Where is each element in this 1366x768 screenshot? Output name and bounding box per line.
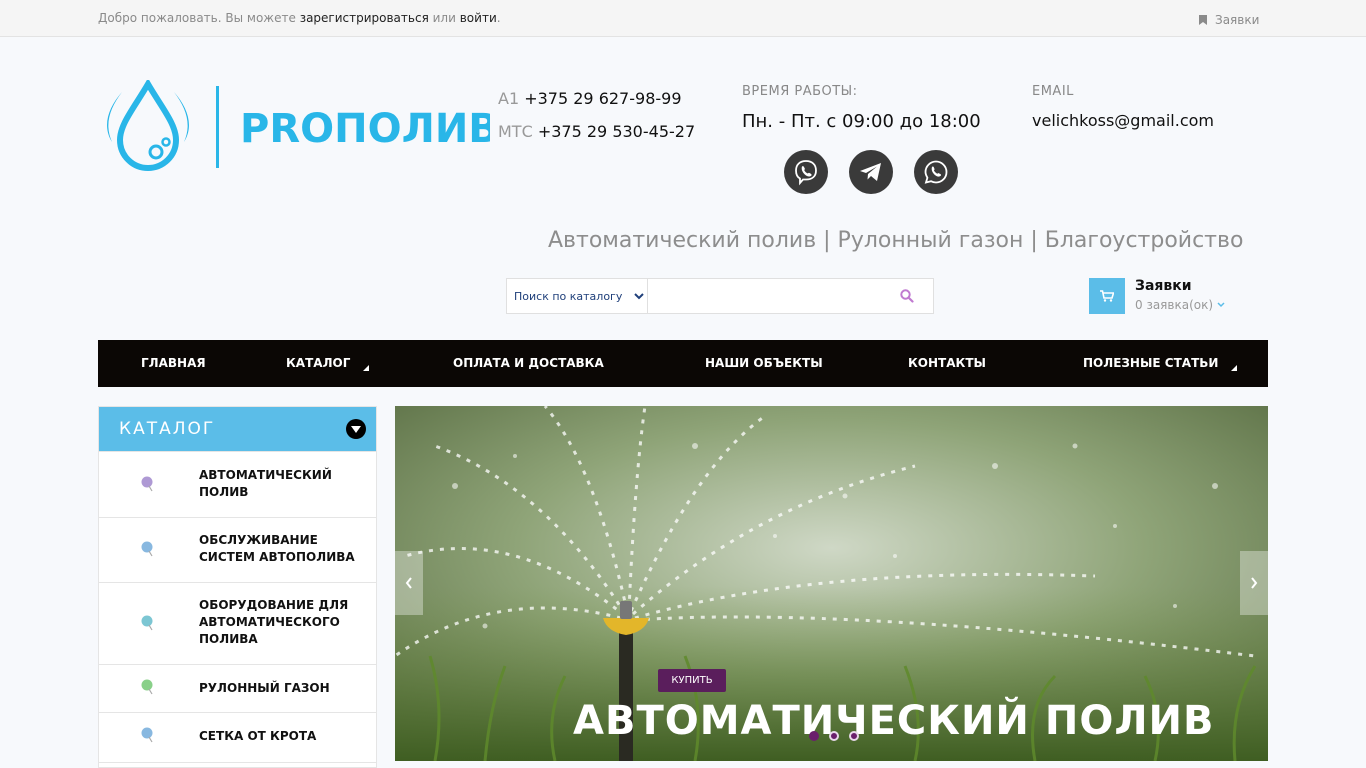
slider-dot-active[interactable] [809, 731, 819, 741]
nav-item-our-objects[interactable]: НАШИ ОБЪЕКТЫ [705, 340, 823, 387]
lollipop-icon [141, 541, 153, 557]
search-icon [900, 289, 914, 303]
phone-operator: A1 [498, 89, 520, 108]
catalog-item-equipment[interactable]: ОБОРУДОВАНИЕ ДЛЯ АВТОМАТИЧЕСКОГО ПОЛИВА [99, 582, 376, 664]
catalog-item-label: СЕТКА ОТ КРОТА [199, 729, 317, 743]
register-link[interactable]: зарегистрироваться [300, 11, 429, 25]
nav-item-home[interactable]: ГЛАВНАЯ [141, 340, 206, 387]
cart-widget[interactable]: Заявки 0 заявка(ок) [1089, 278, 1225, 314]
work-hours-label: ВРЕМЯ РАБОТЫ: [742, 84, 858, 99]
lollipop-icon [141, 615, 153, 631]
work-hours-value: Пн. - Пт. с 09:00 до 18:00 [742, 111, 981, 132]
email-label: EMAIL [1032, 84, 1074, 99]
top-bar: Добро пожаловать. Вы можете зарегистриро… [0, 0, 1366, 37]
nav-item-contacts[interactable]: КОНТАКТЫ [908, 340, 986, 387]
catalog-item-mole-net[interactable]: СЕТКА ОТ КРОТА [99, 712, 376, 762]
search-button[interactable] [881, 279, 933, 313]
slider-prev-button[interactable] [395, 551, 423, 615]
chevron-left-icon [405, 577, 412, 589]
requests-link-label: Заявки [1215, 13, 1260, 27]
nav-item-label: ГЛАВНАЯ [141, 356, 206, 370]
catalog-title: КАТАЛОГ [119, 419, 216, 439]
nav-item-label: КОНТАКТЫ [908, 356, 986, 370]
main-nav: ГЛАВНАЯ КАТАЛОГ ОПЛАТА И ДОСТАВКА НАШИ О… [98, 340, 1268, 387]
catalog-item-lawn[interactable]: РУЛОННЫЙ ГАЗОН [99, 664, 376, 712]
viber-icon [795, 160, 817, 186]
nav-item-articles[interactable]: ПОЛЕЗНЫЕ СТАТЬИ [1083, 340, 1237, 387]
lollipop-icon [141, 476, 153, 492]
hero-slider: КУПИТЬ АВТОМАТИЧЕСКИЙ ПОЛИВ [395, 406, 1268, 761]
nav-item-label: ОПЛАТА И ДОСТАВКА [453, 356, 604, 370]
buy-button[interactable]: КУПИТЬ [658, 669, 726, 692]
submenu-arrow-icon [1230, 365, 1237, 371]
nav-item-label: КАТАЛОГ [286, 356, 351, 370]
viber-button[interactable] [784, 150, 828, 194]
period-text: . [496, 11, 501, 25]
bookmark-icon [1199, 15, 1207, 25]
nav-item-payment-delivery[interactable]: ОПЛАТА И ДОСТАВКА [453, 340, 604, 387]
lollipop-icon [141, 727, 153, 743]
welcome-text: Добро пожаловать. Вы можете [98, 11, 296, 25]
cart-icon-box [1089, 278, 1125, 314]
whatsapp-button[interactable] [914, 150, 958, 194]
catalog-item-more[interactable] [99, 762, 376, 767]
phone-number: +375 29 627-98-99 [524, 89, 682, 108]
catalog-item-service[interactable]: ОБСЛУЖИВАНИЕ СИСТЕМ АВТОПОЛИВА [99, 517, 376, 582]
site-tagline: Автоматический полив | Рулонный газон | … [548, 228, 1244, 253]
nav-item-label: ПОЛЕЗНЫЕ СТАТЬИ [1083, 356, 1219, 370]
phone-a1[interactable]: A1 +375 29 627-98-99 [498, 82, 695, 115]
catalog-item-label: АВТОМАТИЧЕСКИЙ ПОЛИВ [199, 468, 332, 499]
slider-dot[interactable] [849, 731, 859, 741]
requests-link[interactable]: Заявки [1199, 13, 1259, 27]
email-address[interactable]: velichkoss@gmail.com [1032, 111, 1214, 130]
cart-icon [1100, 290, 1114, 302]
slider-dot[interactable] [829, 731, 839, 741]
site-logo[interactable]: PROПОЛИВ [100, 78, 499, 175]
login-link[interactable]: войти [460, 11, 497, 25]
phone-mts[interactable]: МТС +375 29 530-45-27 [498, 115, 695, 148]
or-text: или [432, 11, 456, 25]
telegram-button[interactable] [849, 150, 893, 194]
chevron-down-icon [1217, 302, 1225, 308]
catalog-item-auto-watering[interactable]: АВТОМАТИЧЕСКИЙ ПОЛИВ [99, 451, 376, 517]
nav-item-catalog[interactable]: КАТАЛОГ [286, 340, 369, 387]
caret-down-icon [351, 425, 361, 433]
slider-next-button[interactable] [1240, 551, 1268, 615]
search-input[interactable] [648, 279, 881, 313]
slider-dots [809, 731, 859, 741]
search-category-select[interactable]: Поиск по каталогу [507, 279, 648, 313]
logo-image: PROПОЛИВ [107, 78, 499, 172]
catalog-sidebar: КАТАЛОГ АВТОМАТИЧЕСКИЙ ПОЛИВ ОБСЛУЖИВАНИ… [98, 406, 377, 768]
logo-text: PROПОЛИВ [240, 106, 490, 152]
whatsapp-icon [924, 160, 948, 184]
lollipop-icon [141, 679, 153, 695]
phone-number: +375 29 530-45-27 [537, 122, 696, 141]
chevron-right-icon [1251, 577, 1258, 589]
slide-headline: АВТОМАТИЧЕСКИЙ ПОЛИВ [573, 698, 1215, 744]
catalog-item-label: РУЛОННЫЙ ГАЗОН [199, 681, 330, 695]
telegram-icon [860, 163, 881, 181]
cart-count: 0 заявка(ок) [1135, 298, 1214, 312]
catalog-toggle-button[interactable] [346, 419, 366, 439]
nav-item-label: НАШИ ОБЪЕКТЫ [705, 356, 823, 370]
catalog-item-label: ОБОРУДОВАНИЕ ДЛЯ АВТОМАТИЧЕСКОГО ПОЛИВА [199, 598, 349, 646]
phone-operator: МТС [498, 122, 533, 141]
messenger-links [784, 150, 958, 194]
phone-list: A1 +375 29 627-98-99 МТС +375 29 530-45-… [498, 82, 695, 148]
email-block: EMAIL velichkoss@gmail.com [1032, 84, 1214, 130]
work-hours: ВРЕМЯ РАБОТЫ: Пн. - Пт. с 09:00 до 18:00 [742, 84, 981, 132]
cart-title: Заявки [1135, 278, 1192, 294]
welcome-message: Добро пожаловать. Вы можете зарегистриро… [98, 11, 501, 25]
submenu-arrow-icon [362, 365, 369, 371]
search-bar: Поиск по каталогу [506, 278, 934, 314]
catalog-header[interactable]: КАТАЛОГ [99, 407, 376, 451]
catalog-item-label: ОБСЛУЖИВАНИЕ СИСТЕМ АВТОПОЛИВА [199, 533, 355, 564]
